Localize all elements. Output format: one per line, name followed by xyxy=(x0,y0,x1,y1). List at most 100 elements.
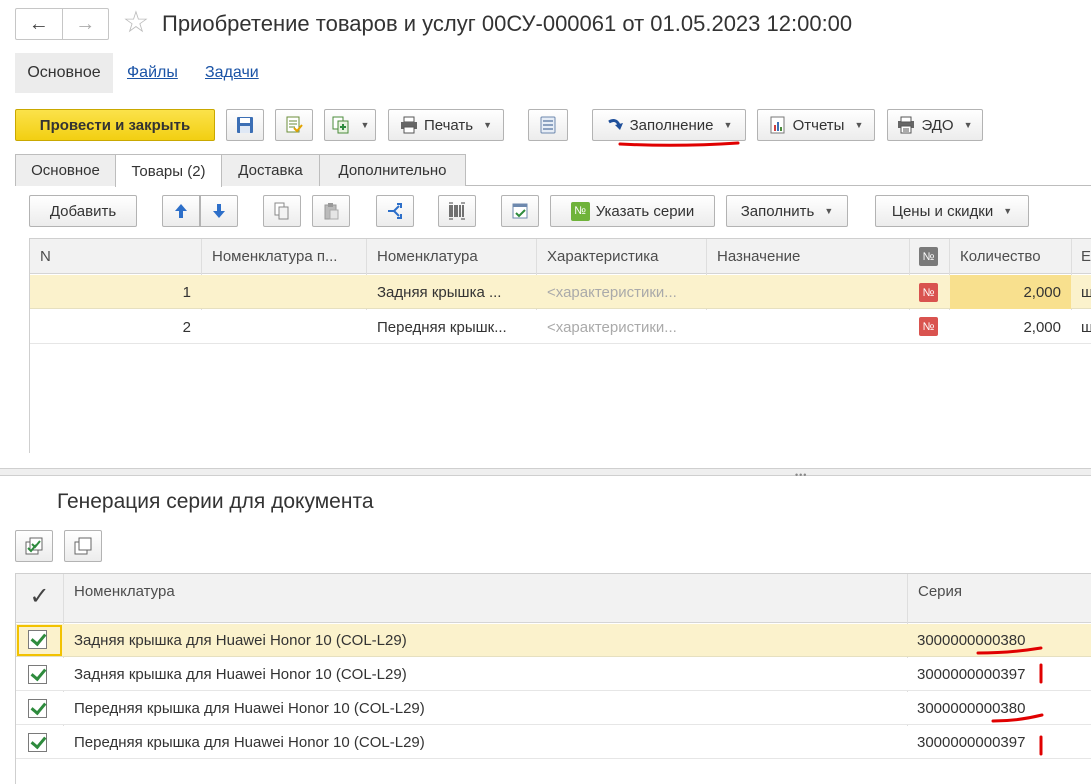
header-quantity[interactable]: Количество xyxy=(960,239,1041,274)
copy-row-button[interactable] xyxy=(263,195,301,227)
row-checkbox[interactable] xyxy=(28,665,47,684)
tab-goods[interactable]: Товары (2) xyxy=(115,154,222,187)
tab-additional[interactable]: Дополнительно xyxy=(319,154,466,186)
print-button[interactable]: Печать ▼ xyxy=(388,109,504,141)
row-characteristic[interactable]: <характеристики... xyxy=(547,310,702,344)
dropdown-arrow-icon: ▼ xyxy=(963,120,973,130)
nav-link-tasks[interactable]: Задачи xyxy=(205,64,259,82)
move-up-button[interactable] xyxy=(162,195,200,227)
barcode-icon xyxy=(449,202,465,220)
row-unit[interactable]: ш xyxy=(1081,310,1091,344)
row-quantity[interactable]: 2,000 xyxy=(950,310,1061,344)
checklist-icon xyxy=(512,203,528,219)
nav-link-files[interactable]: Файлы xyxy=(127,64,178,82)
reports-icon xyxy=(770,116,785,134)
header-nomenclature[interactable]: Номенклатура xyxy=(377,239,478,274)
create-based-icon xyxy=(332,116,349,134)
arrow-up-icon xyxy=(175,204,187,218)
create-based-on-button[interactable]: ▼ xyxy=(324,109,376,141)
post-button[interactable] xyxy=(275,109,313,141)
row-checkbox[interactable] xyxy=(28,699,47,718)
row-series[interactable]: 3000000000397 xyxy=(917,658,1087,691)
row-nomenclature: Задняя крышка для Huawei Honor 10 (COL-L… xyxy=(74,632,407,649)
row-number: 1 xyxy=(182,283,191,301)
set-series-button[interactable]: № Указать серии xyxy=(550,195,715,227)
tab-delivery-label: Доставка xyxy=(238,162,303,179)
edo-label: ЭДО xyxy=(921,116,954,134)
row-series-badge[interactable]: № xyxy=(919,283,938,302)
nav-link-main[interactable]: Основное xyxy=(15,53,113,93)
series-number-icon: № xyxy=(570,201,590,221)
row-checkbox[interactable] xyxy=(28,630,47,649)
barcode-button[interactable] xyxy=(438,195,476,227)
header-nomenclature-p[interactable]: Номенклатура п... xyxy=(212,239,337,274)
list-icon xyxy=(540,116,556,134)
series-panel-title: Генерация серии для документа xyxy=(57,490,374,513)
header-series-badge[interactable]: № xyxy=(919,247,938,266)
row-number: 2 xyxy=(182,318,191,336)
post-and-close-button[interactable]: Провести и закрыть xyxy=(15,109,215,141)
row-nomenclature[interactable]: Передняя крышк... xyxy=(377,310,532,344)
row-quantity[interactable]: 2,000 xyxy=(950,275,1061,309)
header-check[interactable]: ✓ xyxy=(16,574,63,619)
check-all-icon xyxy=(25,537,43,555)
annotation-underline xyxy=(991,713,1044,723)
dropdown-arrow-icon: ▼ xyxy=(483,120,493,130)
row-series[interactable]: 3000000000397 xyxy=(917,726,1087,759)
tab-goods-label: Товары (2) xyxy=(131,162,206,180)
reports-button[interactable]: Отчеты ▼ xyxy=(757,109,875,141)
annotation-mark xyxy=(1039,735,1043,756)
prices-discounts-button[interactable]: Цены и скидки ▼ xyxy=(875,195,1029,227)
header-series[interactable]: Серия xyxy=(918,574,962,609)
paste-icon xyxy=(324,203,339,220)
tab-delivery[interactable]: Доставка xyxy=(221,154,320,186)
list-button[interactable] xyxy=(528,109,568,141)
tab-additional-label: Дополнительно xyxy=(338,162,447,179)
row-nomenclature: Передняя крышка для Huawei Honor 10 (COL… xyxy=(74,700,425,717)
edo-button[interactable]: ЭДО ▼ xyxy=(887,109,983,141)
nav-link-main-label: Основное xyxy=(27,64,101,81)
uncheck-all-button[interactable] xyxy=(64,530,102,562)
print-label: Печать xyxy=(423,116,474,134)
nav-buttons: ← → xyxy=(15,8,109,40)
favorite-star-icon[interactable]: ☆ xyxy=(119,6,153,40)
row-nomenclature: Передняя крышка для Huawei Honor 10 (COL… xyxy=(74,734,425,751)
add-row-button[interactable]: Добавить xyxy=(29,195,137,227)
header-n[interactable]: N xyxy=(40,239,51,274)
copy-icon xyxy=(274,202,289,220)
back-button[interactable]: ← xyxy=(16,9,63,39)
annotation-underline xyxy=(976,646,1043,655)
arrow-right-icon: → xyxy=(75,12,96,35)
paste-row-button[interactable] xyxy=(312,195,350,227)
row-characteristic[interactable]: <характеристики... xyxy=(547,275,702,309)
annotation-underline xyxy=(618,141,740,147)
row-series-badge[interactable]: № xyxy=(919,317,938,336)
dropdown-arrow-icon: ▼ xyxy=(854,120,864,130)
tab-main-label: Основное xyxy=(31,162,100,179)
check-document-button[interactable] xyxy=(501,195,539,227)
row-unit[interactable]: ш xyxy=(1081,275,1091,309)
panel-splitter[interactable]: ••• xyxy=(0,468,1091,480)
fill-button[interactable]: Заполнение ▼ xyxy=(592,109,746,141)
tab-main[interactable]: Основное xyxy=(15,154,116,186)
header-series-nomenclature[interactable]: Номенклатура xyxy=(74,574,175,609)
split-icon xyxy=(388,203,402,219)
page-title: Приобретение товаров и услуг 00СУ-000061… xyxy=(162,11,853,36)
edo-icon xyxy=(898,116,915,134)
dropdown-arrow-icon: ▼ xyxy=(360,120,370,130)
header-characteristic[interactable]: Характеристика xyxy=(547,239,659,274)
fill-arrow-icon xyxy=(607,119,623,130)
split-row-button[interactable] xyxy=(376,195,414,227)
fill-goods-button[interactable]: Заполнить ▼ xyxy=(726,195,848,227)
row-checkbox[interactable] xyxy=(28,733,47,752)
header-unit[interactable]: Е xyxy=(1081,239,1091,274)
move-down-button[interactable] xyxy=(200,195,238,227)
reports-label: Отчеты xyxy=(792,116,845,134)
forward-button[interactable]: → xyxy=(63,9,109,39)
row-nomenclature[interactable]: Задняя крышка ... xyxy=(377,275,532,309)
save-button[interactable] xyxy=(226,109,264,141)
uncheck-all-icon xyxy=(74,537,92,555)
header-purpose[interactable]: Назначение xyxy=(717,239,800,274)
printer-icon xyxy=(400,116,417,134)
check-all-button[interactable] xyxy=(15,530,53,562)
